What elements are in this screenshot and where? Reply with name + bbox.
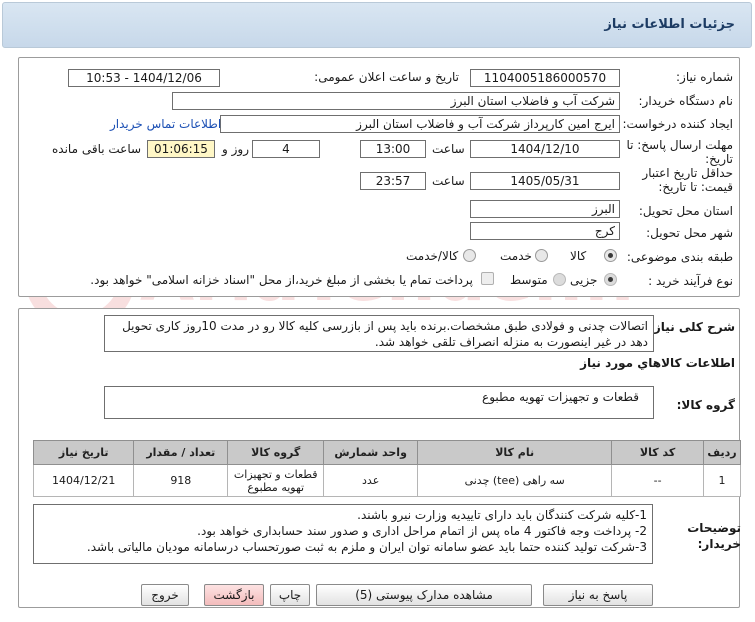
deadline-date-field[interactable]: 1404/12/10 — [470, 140, 620, 158]
col-header-name: نام کالا — [417, 440, 613, 465]
creator-label: ایجاد کننده درخواست: — [622, 117, 733, 131]
cell-row-number: 1 — [702, 464, 742, 497]
col-header-need-date: تاریخ نیاز — [32, 440, 135, 465]
category-radio-goods[interactable] — [604, 249, 617, 262]
announce-datetime-field[interactable]: 1404/12/06 - 10:53 — [68, 69, 220, 87]
validity-date-field[interactable]: 1405/05/31 — [470, 172, 620, 190]
page-header: جزئیات اطلاعات نیاز — [0, 0, 755, 52]
treasury-payment-note: پرداخت تمام یا بخشی از مبلغ خرید،از محل … — [90, 273, 473, 287]
city-label: شهر محل تحویل: — [646, 226, 733, 240]
buyer-note-line: 3-شرکت تولید کننده حتما باید عضو سامانه … — [86, 540, 647, 554]
category-option-service: خدمت — [500, 249, 532, 263]
creator-field[interactable]: ایرج امین کارپرداز شرکت آب و فاضلاب استا… — [220, 115, 620, 133]
purchase-option-medium: متوسط — [510, 273, 548, 287]
general-desc-label: شرح کلی نیاز: — [649, 320, 735, 334]
col-header-row-number: ردیف — [702, 440, 742, 465]
view-attachments-button[interactable]: مشاهده مدارک پیوستی (5) — [316, 584, 532, 606]
buyer-contact-link[interactable]: اطلاعات تماس خریدار — [110, 117, 221, 131]
cell-code: -- — [611, 464, 704, 497]
cell-group: قطعات و تجهیزات تهویه مطبوع — [227, 464, 325, 497]
need-number-field[interactable]: 1104005186000570 — [470, 69, 620, 87]
goods-group-label: گروه کالا: — [676, 398, 735, 412]
category-radio-service[interactable] — [535, 249, 548, 262]
reply-button[interactable]: پاسخ به نیاز — [543, 584, 653, 606]
purchase-radio-minor[interactable] — [604, 273, 617, 286]
deadline-label-line2: تاریخ: — [705, 152, 733, 166]
col-header-unit: واحد شمارش — [323, 440, 419, 465]
category-option-goods-service: کالا/خدمت — [406, 249, 459, 263]
remaining-time-label: ساعت باقی مانده — [52, 142, 142, 156]
cell-name: سه راهی (tee) چدنی — [417, 464, 613, 497]
treasury-payment-checkbox[interactable] — [481, 272, 494, 285]
buyer-notes-box[interactable]: 1-کلیه شرکت کنندگان باید دارای تاییدیه و… — [33, 504, 653, 564]
need-number-label: شماره نیاز: — [676, 70, 733, 84]
cell-unit: عدد — [323, 464, 419, 497]
validity-label-line1: حداقل تاریخ اعتبار — [642, 166, 733, 180]
validity-time-field[interactable]: 23:57 — [360, 172, 426, 190]
buyer-note-line: 2- پرداخت وجه فاکتور 4 ماه پس از اتمام م… — [197, 524, 647, 538]
cell-quantity: 918 — [133, 464, 229, 497]
general-desc-box[interactable]: اتصالات چدنی و فولادی طبق مشخصات.برنده ب… — [104, 315, 654, 352]
category-label: طبقه بندی موضوعی: — [626, 250, 733, 264]
buyer-note-line: 1-کلیه شرکت کنندگان باید دارای تاییدیه و… — [357, 508, 647, 522]
days-label: روز و — [222, 142, 249, 156]
cell-need-date: 1404/12/21 — [32, 464, 135, 497]
category-option-goods: کالا — [570, 249, 587, 263]
col-header-code: کد کالا — [611, 440, 704, 465]
col-header-quantity: تعداد / مقدار — [133, 440, 229, 465]
province-field[interactable]: البرز — [470, 200, 620, 218]
city-field[interactable]: کرج — [470, 222, 620, 240]
buyer-org-label: نام دستگاه خریدار: — [638, 94, 734, 108]
print-button[interactable]: چاپ — [270, 584, 310, 606]
page-title: جزئیات اطلاعات نیاز — [604, 17, 735, 32]
deadline-time-label: ساعت — [432, 142, 465, 156]
goods-table: ردیف کد کالا نام کالا واحد شمارش گروه کا… — [32, 440, 742, 497]
purchase-radio-medium[interactable] — [553, 273, 566, 286]
category-radio-goods-service[interactable] — [463, 249, 476, 262]
exit-button[interactable]: خروج — [141, 584, 189, 606]
buyer-org-field[interactable]: شرکت آب و فاضلاب استان البرز — [172, 92, 620, 110]
validity-time-label: ساعت — [432, 174, 465, 188]
validity-label-line2: قیمت: تا تاریخ: — [658, 180, 733, 194]
deadline-label-line1: مهلت ارسال پاسخ: تا — [626, 138, 733, 152]
days-remaining-field[interactable]: 4 — [252, 140, 320, 158]
back-button[interactable]: بازگشت — [204, 584, 264, 606]
goods-info-title: اطلاعات کالاهاي مورد نیاز — [580, 356, 735, 370]
deadline-time-field[interactable]: 13:00 — [360, 140, 426, 158]
goods-group-box[interactable]: قطعات و تجهیزات تهویه مطبوع — [104, 386, 654, 419]
announce-label: تاریخ و ساعت اعلان عمومی: — [314, 70, 459, 84]
buyer-notes-label: توضیحات خریدار: — [687, 521, 741, 551]
remaining-time-field[interactable]: 01:06:15 — [147, 140, 215, 158]
col-header-group: گروه کالا — [227, 440, 325, 465]
province-label: استان محل تحویل: — [638, 204, 733, 218]
table-row[interactable]: 1 -- سه راهی (tee) چدنی عدد قطعات و تجهی… — [32, 464, 742, 497]
purchase-option-minor: جزیی — [570, 273, 598, 287]
table-header-row: ردیف کد کالا نام کالا واحد شمارش گروه کا… — [32, 440, 742, 465]
purchase-type-label: نوع فرآیند خرید : — [648, 274, 733, 288]
